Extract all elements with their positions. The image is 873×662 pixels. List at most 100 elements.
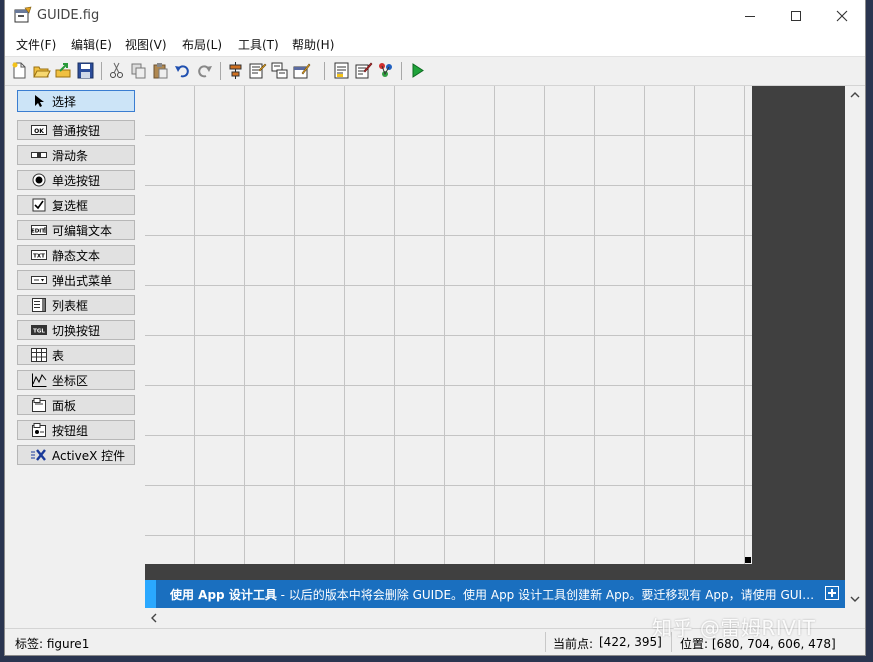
menu-help[interactable]: 帮助(H) — [292, 36, 334, 53]
copy-icon[interactable] — [129, 61, 148, 80]
menu-editor-icon[interactable] — [248, 61, 267, 80]
menu-edit[interactable]: 编辑(E) — [71, 36, 112, 53]
palette-label: 面板 — [52, 398, 77, 413]
menu-tools[interactable]: 工具(T) — [238, 36, 279, 53]
palette-item-axes[interactable]: 坐标区 — [17, 370, 135, 390]
palette-item-edit-text[interactable]: EDIT 可编辑文本 — [17, 220, 135, 240]
guide-app-icon — [14, 6, 32, 24]
static-text-icon: TXT — [31, 248, 47, 262]
align-icon[interactable] — [226, 61, 245, 80]
palette-label: 弹出式菜单 — [52, 273, 113, 288]
tab-order-icon[interactable] — [270, 61, 289, 80]
activex-icon — [31, 448, 47, 462]
edit-text-icon: EDIT — [31, 223, 47, 237]
window-title: GUIDE.fig — [37, 8, 100, 23]
svg-text:TGL: TGL — [33, 329, 45, 335]
slider-icon — [31, 148, 47, 162]
menu-bar: 文件(F) 编辑(E) 视图(V) 布局(L) 工具(T) 帮助(H) — [5, 31, 865, 56]
guide-window: GUIDE.fig 文件(F) 编辑(E) 视图(V) 布局(L) 工具(T) … — [5, 0, 865, 655]
canvas-background — [752, 86, 845, 564]
run-icon[interactable] — [408, 61, 427, 80]
expand-icon[interactable] — [825, 586, 839, 600]
banner-text: - 以后的版本中将会删除 GUIDE。使用 App 设计工具创建新 App。要迁… — [276, 588, 822, 602]
redo-icon[interactable] — [195, 61, 214, 80]
object-browser-icon[interactable] — [376, 61, 395, 80]
palette-item-push-button[interactable]: OK 普通按钮 — [17, 120, 135, 140]
new-icon[interactable] — [10, 61, 29, 80]
radio-button-icon — [31, 173, 47, 187]
menu-layout[interactable]: 布局(L) — [182, 36, 222, 53]
palette-label: 按钮组 — [52, 423, 89, 438]
scroll-down-icon[interactable] — [849, 594, 861, 604]
export-icon[interactable] — [54, 61, 73, 80]
palette-item-listbox[interactable]: 列表框 — [17, 295, 135, 315]
palette-label: 切换按钮 — [52, 323, 101, 338]
cut-icon[interactable] — [107, 61, 126, 80]
panel-icon — [31, 398, 47, 412]
palette-label: 复选框 — [52, 198, 89, 213]
component-palette: 选择 OK 普通按钮 滑动条 单选按钮 复选框 EDIT 可编辑文本 TXT 静… — [5, 84, 145, 624]
palette-label: 普通按钮 — [52, 123, 101, 138]
popup-menu-icon — [31, 273, 47, 287]
palette-item-panel[interactable]: 面板 — [17, 395, 135, 415]
palette-label: 静态文本 — [52, 248, 101, 263]
palette-item-toggle-button[interactable]: TGL 切换按钮 — [17, 320, 135, 340]
minimize-button[interactable] — [727, 0, 773, 31]
figure-resize-handle[interactable] — [745, 557, 751, 563]
palette-label: 滑动条 — [52, 148, 89, 163]
palette-item-select[interactable]: 选择 — [17, 90, 135, 112]
palette-item-popup-menu[interactable]: 弹出式菜单 — [17, 270, 135, 290]
palette-label: 表 — [52, 348, 65, 363]
palette-label: 可编辑文本 — [52, 223, 113, 238]
listbox-icon — [31, 298, 47, 312]
palette-item-static-text[interactable]: TXT 静态文本 — [17, 245, 135, 265]
palette-label: 单选按钮 — [52, 173, 101, 188]
button-group-icon — [31, 423, 47, 437]
palette-label: 选择 — [52, 94, 77, 109]
palette-item-button-group[interactable]: 按钮组 — [17, 420, 135, 440]
maximize-button[interactable] — [773, 0, 819, 31]
toolbar-editor-icon[interactable] — [292, 61, 311, 80]
menu-view[interactable]: 视图(V) — [125, 36, 167, 53]
palette-item-table[interactable]: 表 — [17, 345, 135, 365]
banner-message: 使用 App 设计工具 - 以后的版本中将会删除 GUIDE。使用 App 设计… — [170, 586, 822, 603]
status-divider — [545, 632, 546, 652]
undo-icon[interactable] — [173, 61, 192, 80]
table-icon — [31, 348, 47, 362]
toolbar-separator — [324, 62, 325, 80]
toolbar — [5, 56, 865, 86]
layout-canvas[interactable] — [145, 86, 752, 564]
app-designer-banner: 使用 App 设计工具 - 以后的版本中将会删除 GUIDE。使用 App 设计… — [145, 580, 845, 608]
scroll-up-icon[interactable] — [849, 90, 861, 100]
banner-title[interactable]: 使用 App 设计工具 — [170, 588, 277, 602]
palette-item-radio-button[interactable]: 单选按钮 — [17, 170, 135, 190]
banner-accent — [145, 580, 156, 608]
toolbar-separator — [220, 62, 221, 80]
open-icon[interactable] — [32, 61, 51, 80]
svg-text:EDIT: EDIT — [31, 229, 45, 235]
title-bar: GUIDE.fig — [5, 0, 865, 31]
close-button[interactable] — [819, 0, 865, 31]
canvas-background — [145, 564, 845, 580]
axes-icon — [31, 373, 47, 387]
svg-text:TXT: TXT — [33, 254, 45, 260]
push-button-icon: OK — [31, 123, 47, 137]
paste-icon[interactable] — [151, 61, 170, 80]
palette-label: 列表框 — [52, 298, 89, 313]
toolbar-separator — [101, 62, 102, 80]
property-inspector-icon[interactable] — [354, 61, 373, 80]
checkbox-icon — [31, 198, 47, 212]
scroll-left-icon[interactable] — [149, 612, 159, 624]
status-current-point-label: 当前点: — [553, 637, 594, 651]
save-icon[interactable] — [76, 61, 95, 80]
svg-text:OK: OK — [34, 128, 44, 135]
toggle-button-icon: TGL — [31, 323, 47, 337]
palette-item-activex[interactable]: ActiveX 控件 — [17, 445, 135, 465]
palette-item-checkbox[interactable]: 复选框 — [17, 195, 135, 215]
vertical-scrollbar[interactable] — [845, 86, 865, 608]
palette-item-slider[interactable]: 滑动条 — [17, 145, 135, 165]
status-tag: 标签: figure1 — [15, 637, 90, 651]
editor-icon[interactable] — [332, 61, 351, 80]
watermark: 知乎 @雷姆RIVIT — [652, 616, 816, 640]
menu-file[interactable]: 文件(F) — [16, 36, 56, 53]
